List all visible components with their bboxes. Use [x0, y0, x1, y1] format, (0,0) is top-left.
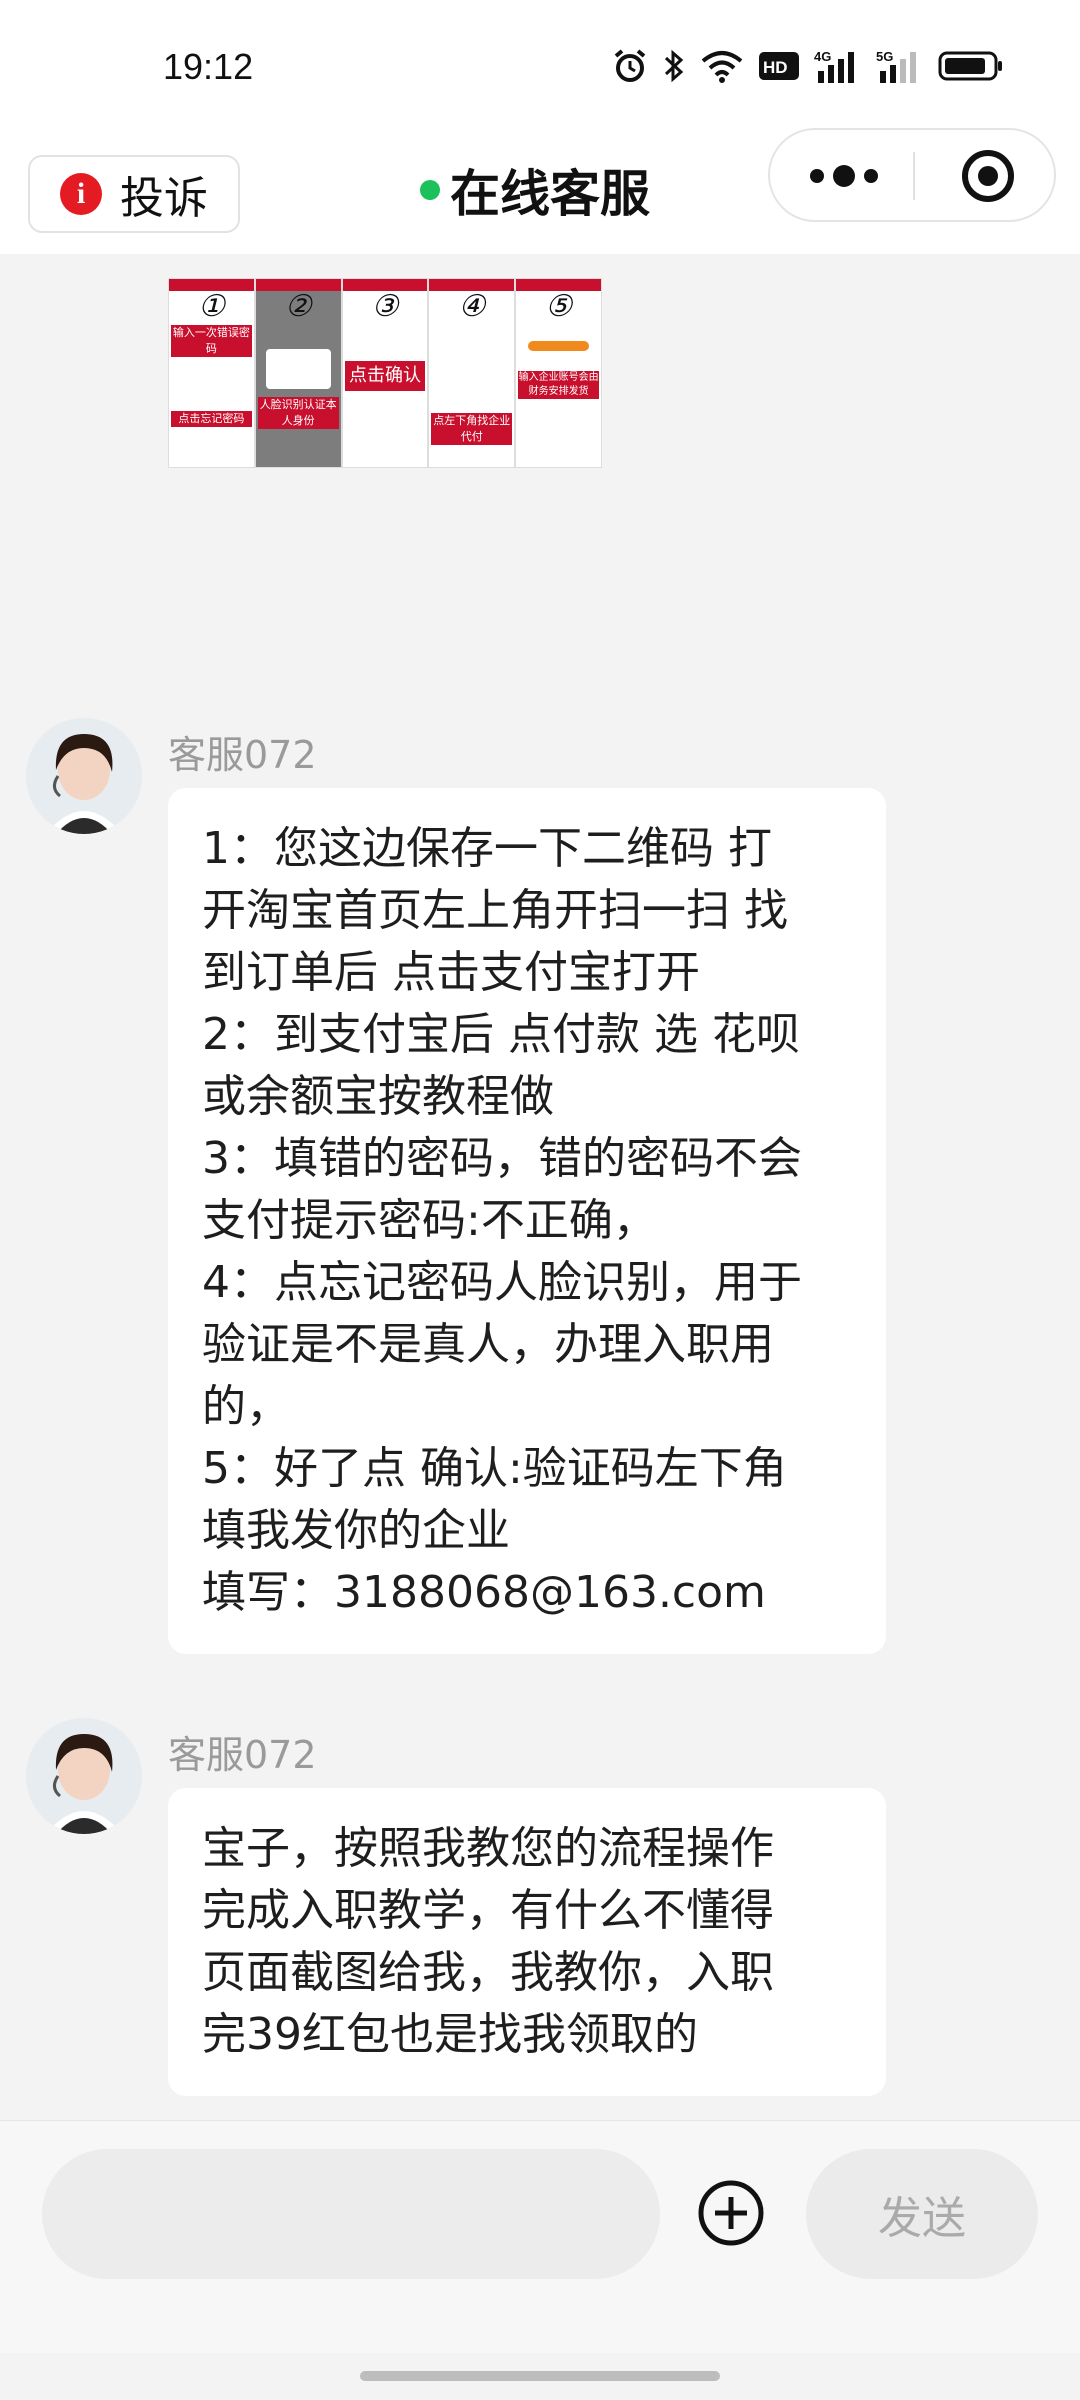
- miniprogram-capsule: [768, 128, 1056, 222]
- message-line: 或余额宝按教程做: [202, 1071, 554, 1122]
- message-input[interactable]: [42, 2149, 660, 2279]
- warning-icon: i: [60, 173, 102, 215]
- sender-name: 客服072: [168, 733, 317, 777]
- message-line: 4：点忘记密码人脸识别，用于: [202, 1257, 802, 1308]
- tutorial-step-4: ④ 点左下角找企业代付: [429, 279, 517, 467]
- tutorial-step-1: ① 输入一次错误密码 点击忘记密码: [169, 279, 256, 467]
- message-line: 到订单后 点击支付宝打开: [202, 947, 700, 998]
- tutorial-step-2: ② 人脸识别认证本人身份: [255, 279, 343, 467]
- home-indicator[interactable]: [360, 2371, 720, 2381]
- complain-label: 投诉: [120, 173, 208, 224]
- complain-button[interactable]: i 投诉: [28, 155, 240, 233]
- signal-5g-icon: 5G: [876, 49, 916, 83]
- capsule-divider: [913, 152, 915, 200]
- message-line: 支付提示密码:不正确，: [202, 1195, 657, 1246]
- message-line: 的，: [202, 1381, 290, 1432]
- page-title: 在线客服: [450, 165, 650, 223]
- status-icons: HD 4G 5G: [612, 48, 1004, 84]
- svg-text:HD: HD: [763, 58, 788, 77]
- tutorial-step-3: ③ 点击确认: [342, 279, 430, 467]
- add-attachment-icon[interactable]: [697, 2179, 765, 2247]
- message-line: 1：您这边保存一下二维码 打: [202, 823, 772, 874]
- message-line: 完成入职教学，有什么不懂得: [202, 1885, 774, 1936]
- send-button[interactable]: 发送: [806, 2149, 1038, 2279]
- wifi-icon: [701, 51, 743, 83]
- message-line: 开淘宝首页左上角开扫一扫 找: [202, 885, 788, 936]
- signal-4g-icon: 4G: [814, 49, 854, 83]
- svg-text:4G: 4G: [814, 49, 831, 64]
- online-status-dot: [420, 180, 440, 200]
- agent-avatar[interactable]: [26, 718, 142, 834]
- sender-name: 客服072: [168, 1733, 317, 1777]
- alarm-icon: [614, 49, 646, 82]
- hd-icon: HD: [759, 52, 799, 80]
- tutorial-image[interactable]: ① 输入一次错误密码 点击忘记密码 ② 人脸识别认证本人身份 ③ 点击确认 ④ …: [168, 278, 602, 468]
- bluetooth-icon: [664, 49, 684, 83]
- message-line: 5：好了点 确认:验证码左下角: [202, 1443, 787, 1494]
- message-bubble[interactable]: 1：您这边保存一下二维码 打 开淘宝首页左上角开扫一扫 找 到订单后 点击支付宝…: [168, 788, 886, 1654]
- status-time: 19:12: [163, 46, 254, 87]
- close-miniprogram-icon[interactable]: [960, 148, 1016, 204]
- message-line: 填写：3188068@163.com: [202, 1567, 766, 1618]
- message-bubble[interactable]: 宝子，按照我教您的流程操作 完成入职教学，有什么不懂得 页面截图给我，我教你，入…: [168, 1788, 886, 2096]
- message-line: 完39红包也是找我领取的: [202, 2009, 698, 2060]
- message-line: 验证是不是真人，办理入职用: [202, 1319, 774, 1370]
- input-bar: 发送: [0, 2120, 1080, 2353]
- message-line: 页面截图给我，我教你，入职: [202, 1947, 774, 1998]
- message-line: 填我发你的企业: [202, 1505, 510, 1556]
- message-line: 宝子，按照我教您的流程操作: [202, 1823, 774, 1874]
- battery-icon: [938, 51, 1002, 81]
- message-line: 2：到支付宝后 点付款 选 花呗: [202, 1009, 800, 1060]
- page-title-wrap: 在线客服: [420, 154, 650, 226]
- chat-area[interactable]: ① 输入一次错误密码 点击忘记密码 ② 人脸识别认证本人身份 ③ 点击确认 ④ …: [0, 254, 1080, 2120]
- tutorial-step-5: ⑤ 输入企业账号会由财务安排发货: [516, 279, 601, 467]
- agent-avatar[interactable]: [26, 1718, 142, 1834]
- svg-text:5G: 5G: [876, 49, 893, 64]
- status-bar: 19:12 HD 4G 5G: [0, 0, 1080, 130]
- message-line: 3：填错的密码，错的密码不会: [202, 1133, 802, 1184]
- more-options-icon[interactable]: [810, 160, 878, 192]
